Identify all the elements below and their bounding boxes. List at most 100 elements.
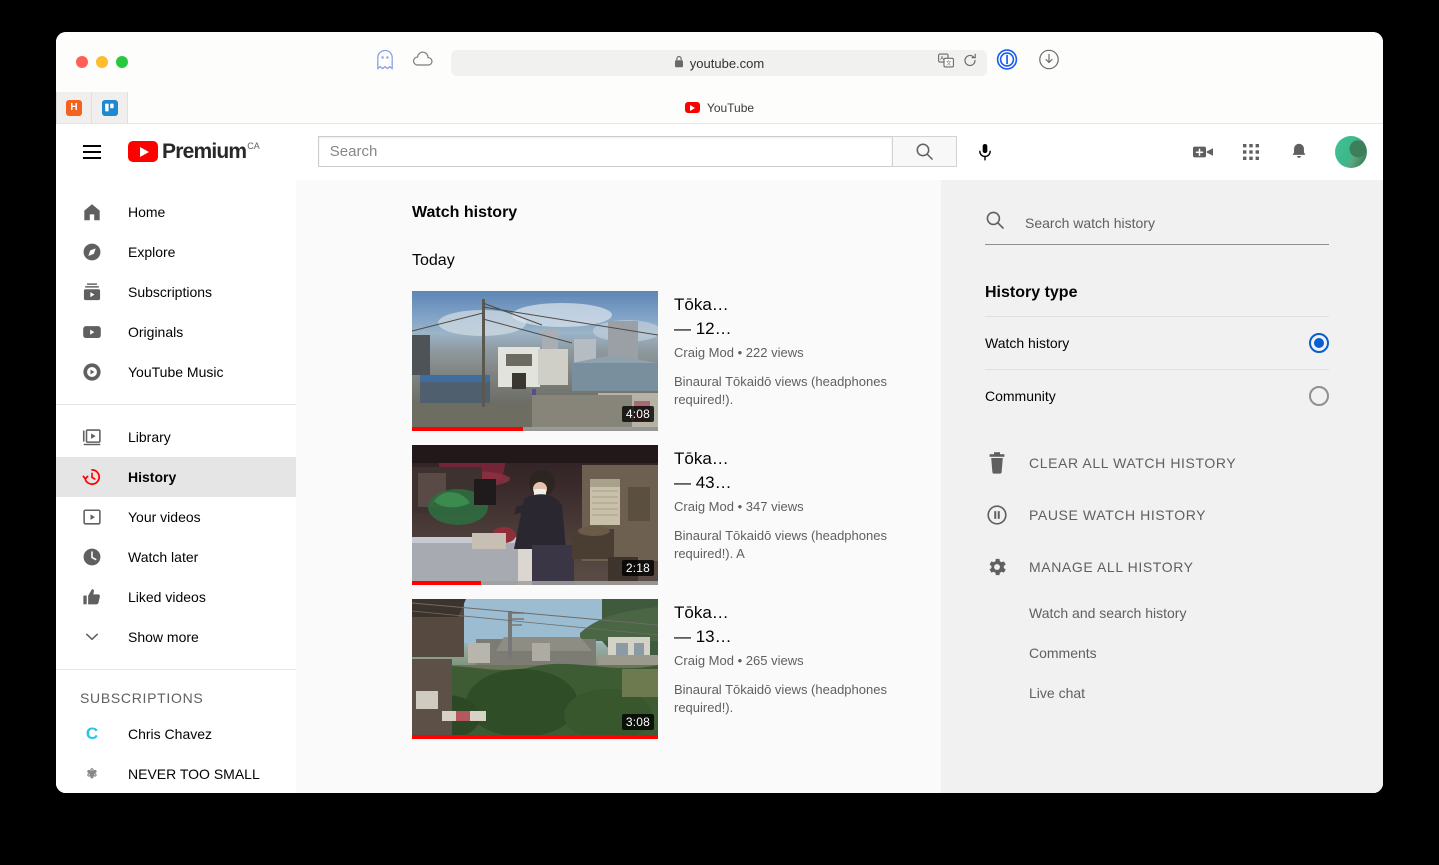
subscriptions-icon (80, 280, 104, 304)
video-description: Binaural Tōkaidō views (headphones requi… (674, 528, 887, 561)
history-icon (80, 465, 104, 489)
search-input[interactable] (317, 136, 892, 167)
sidebar-item-chris-chavez[interactable]: C Chris Chavez (56, 714, 296, 754)
downloads-icon[interactable] (1038, 49, 1060, 76)
video-title[interactable]: Tōka… — 43… (674, 447, 914, 495)
sidebar-label: Your videos (128, 509, 201, 525)
sidebar-item-originals[interactable]: Originals (56, 312, 296, 352)
video-thumbnail[interactable]: 2:18 (412, 445, 658, 585)
manage-all-history-button[interactable]: MANAGE ALL HISTORY (985, 541, 1329, 593)
video-info: Tōka… — 12… Craig Mod • 222 views Binaur… (674, 291, 914, 431)
sublink-live-chat[interactable]: Live chat (985, 673, 1329, 713)
view-count: 347 views (745, 499, 804, 514)
sidebar-item-history[interactable]: History (56, 457, 296, 497)
sidebar-item-home[interactable]: Home (56, 192, 296, 232)
sidebar-label: Explore (128, 244, 176, 260)
pause-watch-history-button[interactable]: PAUSE WATCH HISTORY (985, 489, 1329, 541)
clear-all-watch-history-button[interactable]: CLEAR ALL WATCH HISTORY (985, 437, 1329, 489)
youtube-premium-logo[interactable]: Premium CA (128, 141, 260, 162)
video-title-line2: — 12… (674, 319, 732, 338)
main-content: Watch history Today 4:08 Tōka… — 12… Cra… (296, 180, 941, 793)
onepassword-icon[interactable] (996, 49, 1018, 76)
watch-progress-track (412, 581, 658, 585)
notifications-bell-icon[interactable] (1279, 132, 1319, 172)
history-search-field[interactable] (985, 210, 1329, 245)
translate-icon[interactable]: A 文 (938, 53, 954, 73)
browser-extension-icons[interactable] (376, 49, 434, 75)
reload-icon[interactable] (963, 53, 977, 73)
sublink-watch-and-search-history[interactable]: Watch and search history (985, 593, 1329, 633)
youtube-body: Home Explore Subscriptions Originals You… (56, 180, 1383, 793)
subscriptions-heading: SUBSCRIPTIONS (80, 690, 204, 706)
sidebar-divider-1 (56, 404, 296, 405)
cloud-icon[interactable] (412, 51, 434, 73)
video-camera-icon[interactable] (1183, 132, 1223, 172)
sidebar-item-liked-videos[interactable]: Liked videos (56, 577, 296, 617)
youtube-masthead: Premium CA (56, 124, 1383, 180)
masthead-right-actions[interactable] (1183, 132, 1367, 172)
youtube-favicon (684, 102, 700, 113)
browser-toolbar-right[interactable] (996, 49, 1060, 76)
history-type-option-community[interactable]: Community (985, 369, 1329, 422)
search-area[interactable] (317, 132, 1005, 172)
active-tab[interactable]: YouTube (56, 92, 1383, 123)
video-title[interactable]: Tōka… — 13… (674, 601, 914, 649)
video-thumbnail[interactable]: 3:08 (412, 599, 658, 739)
channel-avatar-chris-chavez: C (85, 724, 99, 743)
apps-grid-icon[interactable] (1231, 132, 1271, 172)
sidebar-item-library[interactable]: Library (56, 417, 296, 457)
pinned-tab-h[interactable]: H (56, 92, 92, 123)
sidebar-item-subscriptions[interactable]: Subscriptions (56, 272, 296, 312)
channel-name[interactable]: Craig Mod (674, 345, 734, 360)
sidebar: Home Explore Subscriptions Originals You… (56, 180, 296, 793)
sidebar-item-your-videos[interactable]: Your videos (56, 497, 296, 537)
close-window-button[interactable] (76, 56, 88, 68)
radio-button-unselected[interactable] (1309, 386, 1329, 406)
video-description: Binaural Tōkaidō views (headphones requi… (674, 374, 887, 407)
maximize-window-button[interactable] (116, 56, 128, 68)
history-video-row[interactable]: 3:08 Tōka… — 13… Craig Mod • 265 views B… (412, 599, 941, 739)
channel-name[interactable]: Craig Mod (674, 499, 734, 514)
sidebar-divider-2 (56, 669, 296, 670)
history-search-input[interactable] (1025, 214, 1225, 231)
sidebar-item-explore[interactable]: Explore (56, 232, 296, 272)
radio-button-selected[interactable] (1309, 333, 1329, 353)
address-bar[interactable]: youtube.com A 文 (451, 50, 987, 76)
logo-country-code: CA (247, 141, 260, 151)
sidebar-label: Watch later (128, 549, 199, 565)
sidebar-item-never-too-small[interactable]: ✾ NEVER TOO SMALL (56, 754, 296, 793)
library-icon (80, 425, 104, 449)
history-type-option-watch-history[interactable]: Watch history (985, 316, 1329, 369)
ghostery-icon[interactable] (376, 49, 394, 75)
channel-name[interactable]: Craig Mod (674, 653, 734, 668)
sidebar-item-watch-later[interactable]: Watch later (56, 537, 296, 577)
action-label: CLEAR ALL WATCH HISTORY (1029, 455, 1237, 471)
microphone-icon[interactable] (965, 132, 1005, 172)
minimize-window-button[interactable] (96, 56, 108, 68)
view-count: 222 views (745, 345, 804, 360)
history-video-row[interactable]: 2:18 Tōka… — 43… Craig Mod • 347 views B… (412, 445, 941, 585)
sidebar-item-youtube-music[interactable]: YouTube Music (56, 352, 296, 392)
sidebar-item-show-more[interactable]: Show more (56, 617, 296, 657)
video-title[interactable]: Tōka… — 12… (674, 293, 914, 341)
history-video-row[interactable]: 4:08 Tōka… — 12… Craig Mod • 222 views B… (412, 291, 941, 431)
watch-progress-fill (412, 581, 481, 585)
sidebar-label: Home (128, 204, 166, 220)
avatar[interactable] (1335, 135, 1367, 168)
browser-tabstrip[interactable]: H YouTube (56, 92, 1383, 124)
pinned-tab-trello[interactable] (92, 92, 128, 123)
sublink-comments[interactable]: Comments (985, 633, 1329, 673)
youtube-page: Premium CA Search Home Explore Subscript… (56, 124, 1383, 793)
search-button[interactable] (891, 136, 957, 167)
originals-icon (80, 320, 104, 344)
browser-window: youtube.com A 文 H YouTube Premium CA Sea… (56, 32, 1383, 793)
address-bar-content: youtube.com (674, 55, 764, 71)
svg-text:文: 文 (946, 59, 952, 67)
video-description: Binaural Tōkaidō views (headphones requi… (674, 682, 887, 715)
meta-separator: • (737, 499, 743, 514)
address-bar-actions[interactable]: A 文 (938, 53, 977, 73)
video-thumbnail[interactable]: 4:08 (412, 291, 658, 431)
hamburger-icon[interactable] (72, 132, 112, 172)
window-controls[interactable] (76, 56, 128, 68)
history-options-panel: History type Watch history Community (941, 180, 1383, 793)
